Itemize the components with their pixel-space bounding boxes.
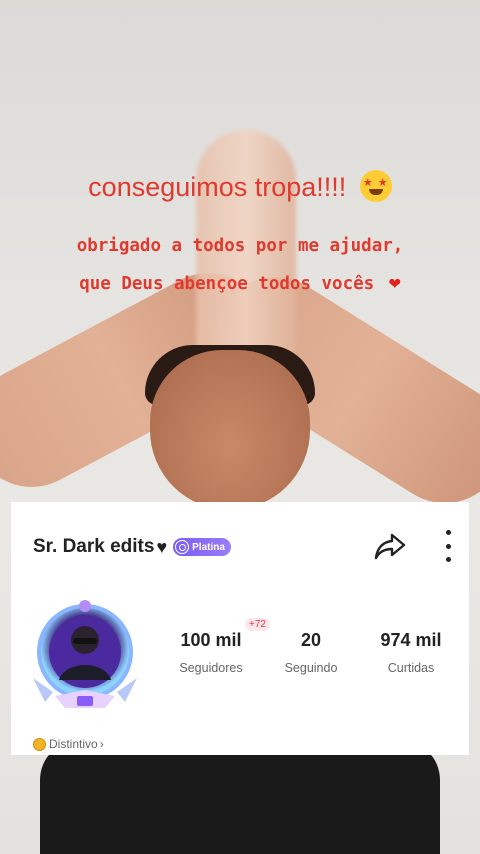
likes-count: 974 mil [380,630,442,650]
share-icon[interactable] [373,529,407,563]
following-stat[interactable]: 20 Seguindo [261,630,361,675]
caption-headline-text: conseguimos tropa!!!! [88,172,347,202]
black-heart-icon: ♥ [156,536,168,557]
profile-name: Sr. Dark edits [33,536,155,557]
following-count: 20 [300,630,322,650]
profile-stats: +72 100 mil Seguidores 20 Seguindo 974 m… [161,618,461,675]
caption-line-3: que Deus abençoe todos vocês [79,274,375,294]
caption-body: obrigado a todos por me ajudar, que Deus… [0,228,480,302]
likes-stat[interactable]: 974 mil Curtidas [361,630,461,675]
chevron-right-icon: › [99,737,104,751]
badge-label: Platina [192,541,225,553]
face [150,350,310,510]
likes-label: Curtidas [387,661,435,675]
distintivo-label: Distintivo [49,737,98,751]
avatar[interactable] [25,600,145,722]
star-struck-emoji-icon [359,170,392,202]
badge-icon [175,540,190,554]
red-heart-icon: ❤ [388,270,401,294]
platina-badge[interactable]: Platina [173,538,231,556]
followers-label: Seguidores [179,661,243,675]
profile-header: Sr. Dark edits ♥ Platina [33,536,231,558]
followers-count: 100 mil [180,630,242,650]
followers-stat[interactable]: +72 100 mil Seguidores [161,618,270,675]
more-options-icon[interactable] [441,530,455,562]
profile-card: Sr. Dark edits ♥ Platina +72 100 mil Seg… [11,502,469,755]
caption-line-3-wrap: que Deus abençoe todos vocês ❤ [0,264,480,302]
distintivo-link[interactable]: Distintivo › [33,737,104,751]
shirt [40,740,440,854]
caption-line-2: obrigado a todos por me ajudar, [76,236,404,256]
caption-headline: conseguimos tropa!!!! [0,170,480,203]
coin-icon [33,737,46,751]
following-label: Seguindo [284,661,338,675]
